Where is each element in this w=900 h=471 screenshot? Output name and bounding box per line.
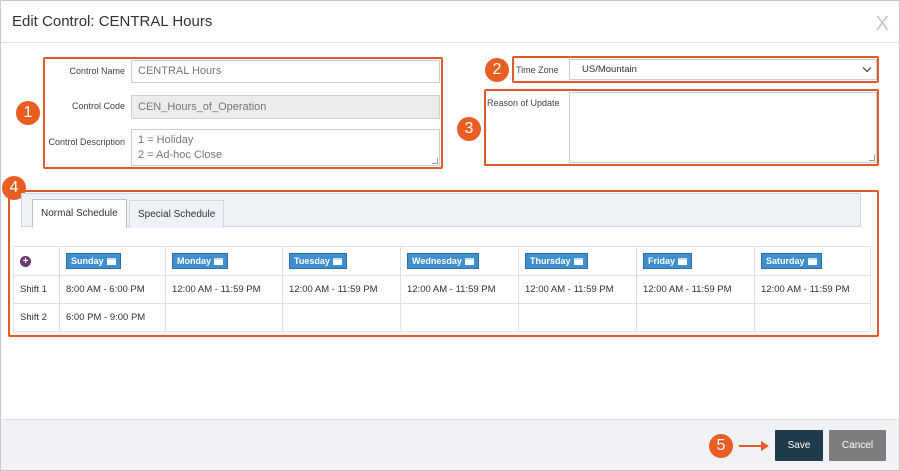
- day-header: Sunday: [59, 246, 166, 276]
- callout-badge-2: 2: [485, 58, 509, 82]
- control-description-textarea[interactable]: 1 = Holiday 2 = Ad-hoc Close: [131, 129, 440, 166]
- table-row: Shift 2 6:00 PM - 9:00 PM: [13, 303, 871, 332]
- shift-cell[interactable]: 12:00 AM - 11:59 PM: [165, 275, 283, 304]
- day-header: Thursday: [518, 246, 637, 276]
- shift-cell[interactable]: 12:00 AM - 11:59 PM: [636, 275, 755, 304]
- shift-cell[interactable]: [282, 303, 401, 332]
- save-button[interactable]: Save: [775, 430, 823, 461]
- day-button-sunday[interactable]: Sunday: [66, 253, 121, 269]
- resize-handle-icon[interactable]: [869, 155, 875, 161]
- schedule-tabs: Normal Schedule Special Schedule: [21, 193, 861, 228]
- shift-cell[interactable]: 12:00 AM - 11:59 PM: [754, 275, 871, 304]
- day-button-wednesday[interactable]: Wednesday: [407, 253, 479, 269]
- shift-cell[interactable]: [165, 303, 283, 332]
- calendar-icon: [214, 258, 224, 266]
- day-button-label: Tuesday: [294, 256, 330, 266]
- shift-label: Shift 1: [13, 275, 60, 304]
- shift-cell[interactable]: 12:00 AM - 11:59 PM: [282, 275, 401, 304]
- shift-cell[interactable]: [636, 303, 755, 332]
- shift-cell[interactable]: 6:00 PM - 9:00 PM: [59, 303, 166, 332]
- time-zone-value: US/Mountain: [582, 64, 637, 75]
- dialog-title: Edit Control: CENTRAL Hours: [12, 13, 213, 30]
- reason-of-update-label: Reason of Update: [487, 98, 560, 108]
- arrow-right-icon: [761, 441, 769, 451]
- control-code-input: CEN_Hours_of_Operation: [131, 95, 440, 119]
- time-zone-label: Time Zone: [516, 65, 559, 75]
- day-button-label: Wednesday: [412, 256, 462, 266]
- control-description-label: Control Description: [48, 137, 125, 147]
- reason-of-update-textarea[interactable]: [569, 92, 877, 163]
- calendar-icon: [807, 258, 817, 266]
- shift-cell[interactable]: [754, 303, 871, 332]
- day-button-label: Monday: [177, 256, 212, 266]
- resize-handle-icon[interactable]: [432, 158, 438, 164]
- day-header: Saturday: [754, 246, 871, 276]
- day-header: Friday: [636, 246, 755, 276]
- control-description-line: 1 = Holiday: [138, 134, 194, 146]
- shift-cell[interactable]: [400, 303, 519, 332]
- control-name-label: Control Name: [69, 66, 125, 76]
- day-button-saturday[interactable]: Saturday: [761, 253, 822, 269]
- day-button-label: Friday: [648, 256, 676, 266]
- chevron-down-icon: [862, 63, 872, 73]
- callout-arrow: [739, 445, 763, 447]
- control-description-line: 2 = Ad-hoc Close: [138, 149, 223, 161]
- cancel-button[interactable]: Cancel: [829, 430, 886, 461]
- schedule-table: + Sunday Monday Tuesday Wednesday Thursd…: [13, 246, 871, 332]
- time-zone-select[interactable]: US/Mountain: [569, 59, 877, 80]
- day-header: Monday: [165, 246, 283, 276]
- add-shift-icon[interactable]: +: [20, 255, 31, 267]
- day-button-label: Sunday: [71, 256, 104, 266]
- shift-cell[interactable]: [518, 303, 637, 332]
- callout-badge-5: 5: [709, 434, 733, 458]
- tab-normal-schedule[interactable]: Normal Schedule: [32, 199, 127, 228]
- callout-badge-1: 1: [16, 101, 40, 125]
- control-name-input[interactable]: CENTRAL Hours: [131, 60, 440, 83]
- control-code-label: Control Code: [71, 101, 125, 111]
- calendar-icon: [464, 258, 474, 266]
- calendar-icon: [678, 258, 688, 266]
- day-button-monday[interactable]: Monday: [172, 253, 229, 269]
- day-button-label: Thursday: [530, 256, 571, 266]
- day-button-friday[interactable]: Friday: [643, 253, 693, 269]
- shift-cell[interactable]: 8:00 AM - 6:00 PM: [59, 275, 166, 304]
- day-header: Tuesday: [282, 246, 401, 276]
- shift-cell[interactable]: 12:00 AM - 11:59 PM: [400, 275, 519, 304]
- day-header: Wednesday: [400, 246, 519, 276]
- add-shift-cell: +: [13, 246, 60, 276]
- calendar-icon: [573, 258, 583, 266]
- day-button-label: Saturday: [766, 256, 805, 266]
- callout-badge-3: 3: [457, 117, 481, 141]
- dialog-header: Edit Control: CENTRAL Hours X: [1, 1, 899, 43]
- day-button-thursday[interactable]: Thursday: [525, 253, 588, 269]
- shift-label: Shift 2: [13, 303, 60, 332]
- table-row: Shift 1 8:00 AM - 6:00 PM 12:00 AM - 11:…: [13, 275, 871, 304]
- tab-special-schedule[interactable]: Special Schedule: [129, 200, 225, 228]
- close-icon[interactable]: X: [876, 14, 889, 34]
- calendar-icon: [106, 258, 116, 266]
- shift-cell[interactable]: 12:00 AM - 11:59 PM: [518, 275, 637, 304]
- day-button-tuesday[interactable]: Tuesday: [289, 253, 347, 269]
- edit-control-dialog: Edit Control: CENTRAL Hours X 1 Control …: [0, 0, 900, 471]
- schedule-header-row: + Sunday Monday Tuesday Wednesday Thursd…: [13, 246, 871, 276]
- calendar-icon: [332, 258, 342, 266]
